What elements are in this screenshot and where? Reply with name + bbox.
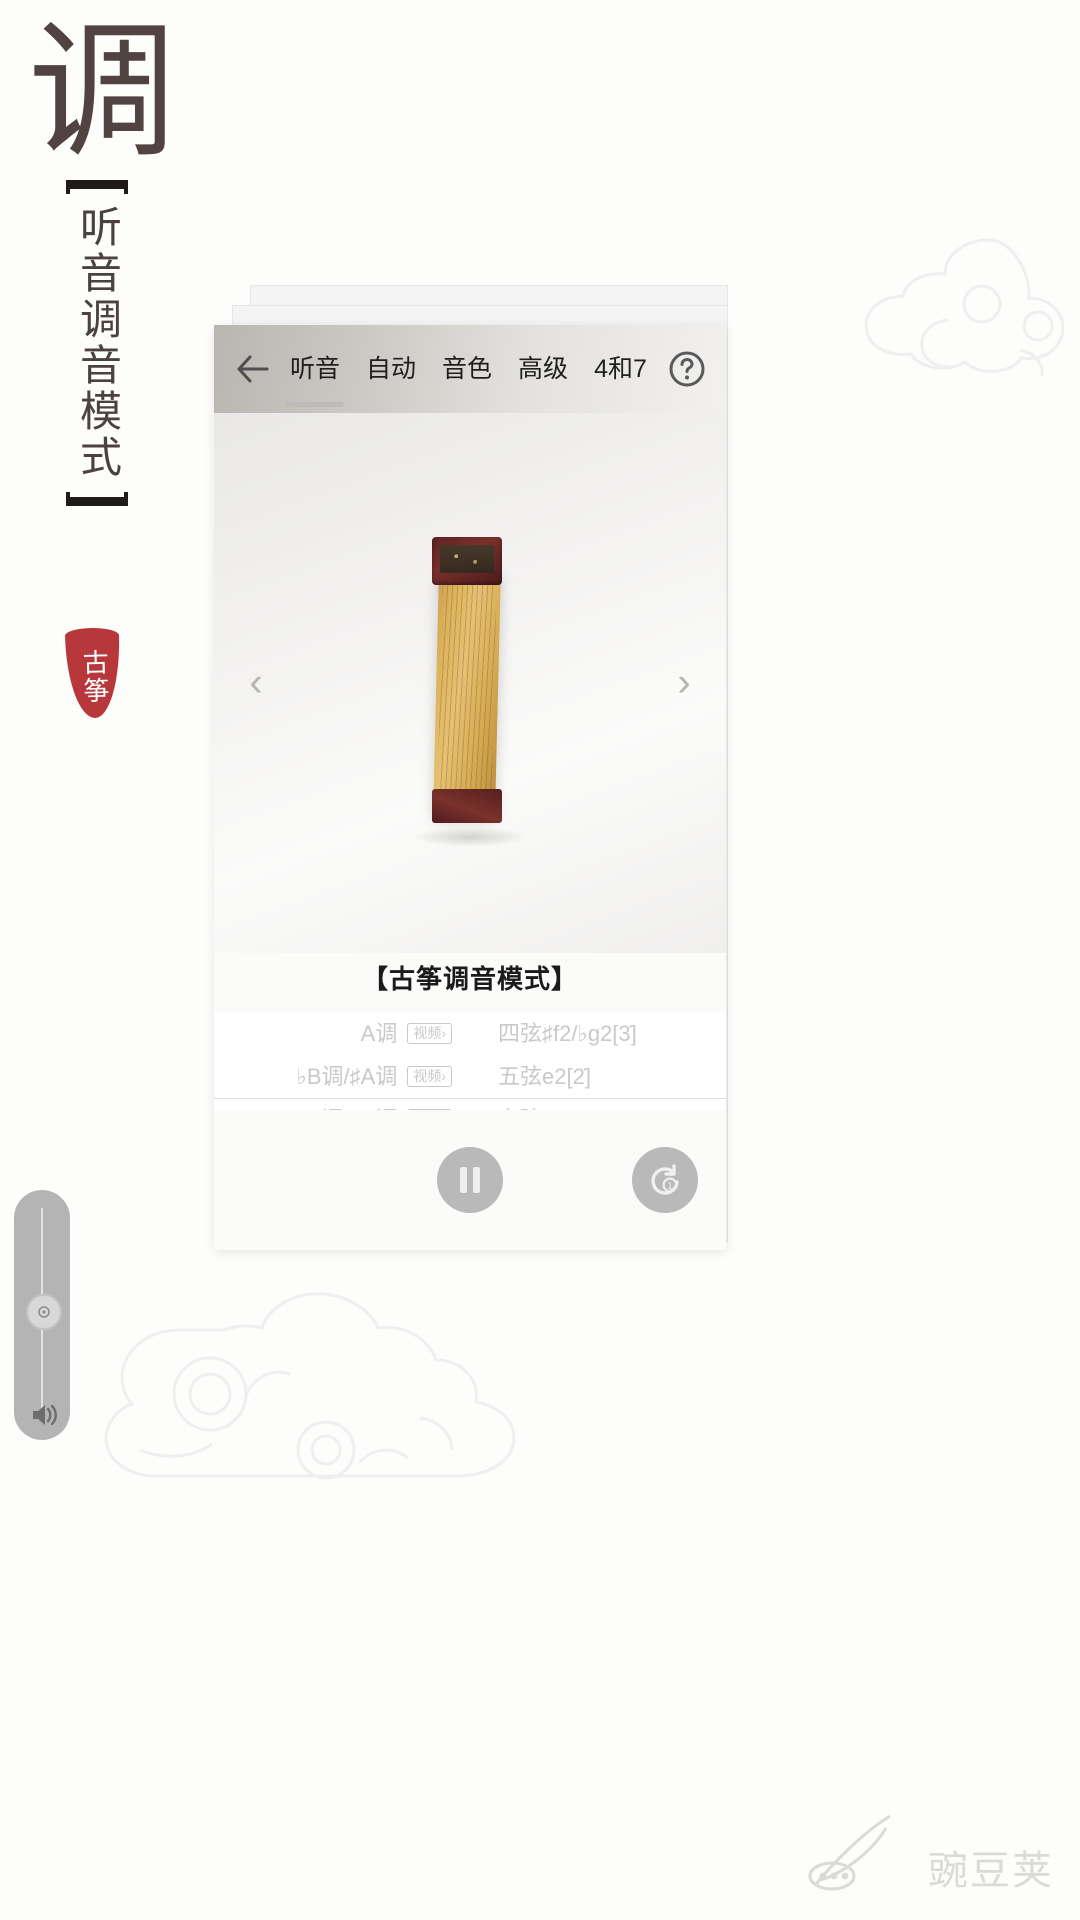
tab-listen[interactable]: 听音 (285, 349, 345, 407)
hero-vertical-label: 听音调音模式 (62, 180, 132, 506)
hero-calligraphy: 调 听音调音模式 古筝 (0, 0, 230, 780)
string-item[interactable]: 四弦♯f2/♭g2[3̇] (470, 1012, 726, 1055)
video-badge[interactable]: 视频› (407, 1065, 452, 1088)
watermark-text: 豌豆荚 (928, 1848, 1054, 1894)
left-arrow-glyph (237, 355, 269, 383)
guzheng-illustration (412, 533, 528, 847)
pause-button[interactable] (437, 1147, 503, 1213)
video-badge[interactable]: 视频› (407, 1022, 452, 1045)
chevron-right-icon[interactable]: › (664, 661, 704, 706)
nav-tabs: 听音 自动 音色 高级 4和7 (280, 349, 664, 407)
mode-title: 【古筝调音模式】 (214, 953, 726, 1012)
hero-big-character: 调 (28, 6, 176, 178)
tab-auto[interactable]: 自动 (366, 349, 416, 389)
pause-icon (473, 1167, 480, 1193)
tab-4and7[interactable]: 4和7 (594, 349, 647, 389)
string-item[interactable]: 五弦e2[2̇] (470, 1055, 726, 1098)
key-label: A调 (360, 1021, 398, 1046)
playback-control-bar: 1 (214, 1110, 726, 1250)
back-arrow-icon[interactable] (230, 346, 276, 392)
watermark: 豌豆荚 (808, 1806, 1054, 1896)
cloud-decoration-top (864, 238, 1065, 377)
tab-advanced[interactable]: 高级 (518, 349, 568, 389)
volume-knob[interactable] (26, 1294, 62, 1330)
key-item[interactable]: A调 视频› (214, 1012, 470, 1055)
svg-text:1: 1 (667, 1182, 673, 1192)
key-label: ♭B调/♯A调 (296, 1064, 398, 1089)
app-nav-bar: 听音 自动 音色 高级 4和7 (214, 325, 726, 413)
pause-icon (460, 1167, 467, 1193)
question-circle-icon (669, 351, 705, 387)
tab-timbre[interactable]: 音色 (442, 349, 492, 389)
app-screenshot-card: 听音 自动 音色 高级 4和7 ‹ › 【古筝调音模式】 A调 视频› ♭B调/… (214, 325, 726, 1250)
speaker-icon (33, 1404, 57, 1426)
bracket-top-decoration (66, 180, 128, 194)
bracket-bottom-decoration (66, 492, 128, 506)
guzheng-shadow (412, 827, 528, 847)
guzheng-head (432, 537, 502, 585)
instrument-stage: ‹ › (214, 413, 726, 953)
volume-slider[interactable] (14, 1190, 70, 1440)
guzheng-strings (437, 575, 497, 809)
help-button[interactable] (664, 346, 710, 392)
guzheng-tail (432, 789, 502, 823)
loop-button[interactable]: 1 (632, 1147, 698, 1213)
slider-knob-icon (38, 1306, 50, 1318)
key-item[interactable]: ♭B调/♯A调 视频› (214, 1055, 470, 1098)
pea-pod-logo-icon (808, 1814, 891, 1891)
loop-icon: 1 (651, 1164, 679, 1195)
chevron-left-icon[interactable]: ‹ (236, 661, 276, 706)
hero-vertical-text: 听音调音模式 (73, 205, 123, 481)
seal-stamp: 古筝 (64, 627, 122, 719)
